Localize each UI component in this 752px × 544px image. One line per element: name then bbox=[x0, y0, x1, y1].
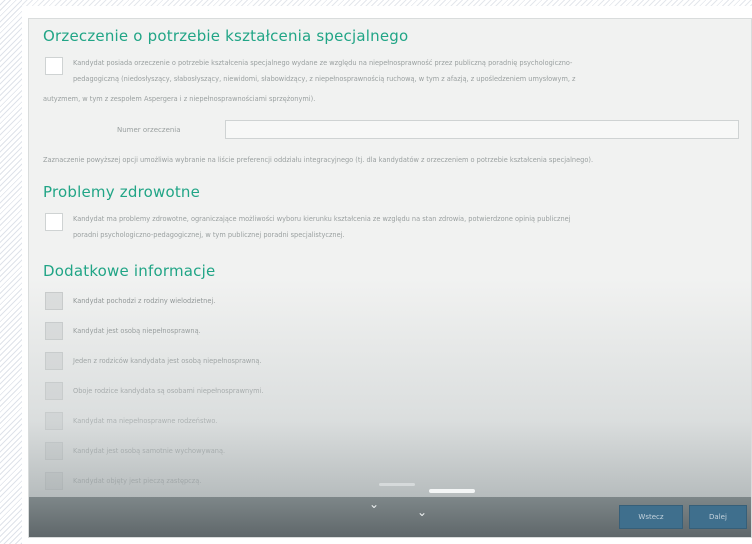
form-panel: Orzeczenie o potrzebie kształcenia specj… bbox=[28, 18, 752, 538]
next-button[interactable]: Dalej bbox=[689, 505, 747, 529]
number-label: Numer orzeczenia bbox=[117, 126, 181, 134]
orzeczenie-line-2: pedagogiczną (niedosłyszący, słabosłyszą… bbox=[73, 75, 576, 83]
orzeczenie-note: Zaznaczenie powyższej opcji umożliwia wy… bbox=[43, 156, 594, 164]
orzeczenie-line-1: Kandydat posiada orzeczenie o potrzebie … bbox=[73, 59, 573, 67]
problemy-checkbox[interactable] bbox=[45, 213, 63, 231]
problemy-line-1: Kandydat ma problemy zdrowotne, ogranicz… bbox=[73, 215, 571, 223]
section-title-orzeczenie: Orzeczenie o potrzebie kształcenia specj… bbox=[43, 27, 409, 45]
scroll-track[interactable] bbox=[379, 483, 415, 486]
problemy-line-2: poradni psychologiczno-pedagogicznej, w … bbox=[73, 231, 345, 239]
scroll-thumb[interactable] bbox=[429, 489, 475, 493]
dodatkowe-checkbox-6[interactable] bbox=[45, 442, 63, 460]
problemy-text: Kandydat ma problemy zdrowotne, ogranicz… bbox=[73, 211, 743, 243]
dodatkowe-label-2: Kandydat jest osobą niepełnosprawną. bbox=[73, 327, 201, 335]
chevron-down-icon[interactable]: ⌄ bbox=[417, 506, 427, 518]
dodatkowe-checkbox-4[interactable] bbox=[45, 382, 63, 400]
section-title-problemy: Problemy zdrowotne bbox=[43, 183, 201, 201]
chevron-down-icon[interactable]: ⌄ bbox=[369, 498, 379, 510]
dodatkowe-label-3: Jeden z rodziców kandydata jest osobą ni… bbox=[73, 357, 262, 365]
dodatkowe-label-6: Kandydat jest osobą samotnie wychowywaną… bbox=[73, 447, 226, 455]
dodatkowe-label-5: Kandydat ma niepełnosprawne rodzeństwo. bbox=[73, 417, 218, 425]
dodatkowe-checkbox-2[interactable] bbox=[45, 322, 63, 340]
left-hatch-decoration bbox=[0, 0, 22, 544]
orzeczenie-checkbox[interactable] bbox=[45, 57, 63, 75]
dodatkowe-checkbox-3[interactable] bbox=[45, 352, 63, 370]
back-button[interactable]: Wstecz bbox=[619, 505, 683, 529]
section-title-dodatkowe: Dodatkowe informacje bbox=[43, 262, 216, 280]
orzeczenie-line-3: autyzmem, w tym z zespołem Aspergera i z… bbox=[43, 95, 316, 103]
dodatkowe-label-4: Oboje rodzice kandydata są osobami niepe… bbox=[73, 387, 264, 395]
dodatkowe-label-1: Kandydat pochodzi z rodziny wielodzietne… bbox=[73, 297, 216, 305]
dodatkowe-checkbox-5[interactable] bbox=[45, 412, 63, 430]
orzeczenie-text: Kandydat posiada orzeczenie o potrzebie … bbox=[73, 55, 743, 87]
orzeczenie-text-end: autyzmem, w tym z zespołem Aspergera i z… bbox=[43, 91, 733, 107]
dodatkowe-checkbox-7[interactable] bbox=[45, 472, 63, 490]
top-hatch-decoration bbox=[22, 0, 752, 6]
number-input[interactable] bbox=[225, 120, 739, 139]
dodatkowe-checkbox-1[interactable] bbox=[45, 292, 63, 310]
footer-bar: ⌄ ⌄ Wstecz Dalej bbox=[29, 497, 751, 537]
dodatkowe-label-7: Kandydat objęty jest pieczą zastępczą. bbox=[73, 477, 202, 485]
